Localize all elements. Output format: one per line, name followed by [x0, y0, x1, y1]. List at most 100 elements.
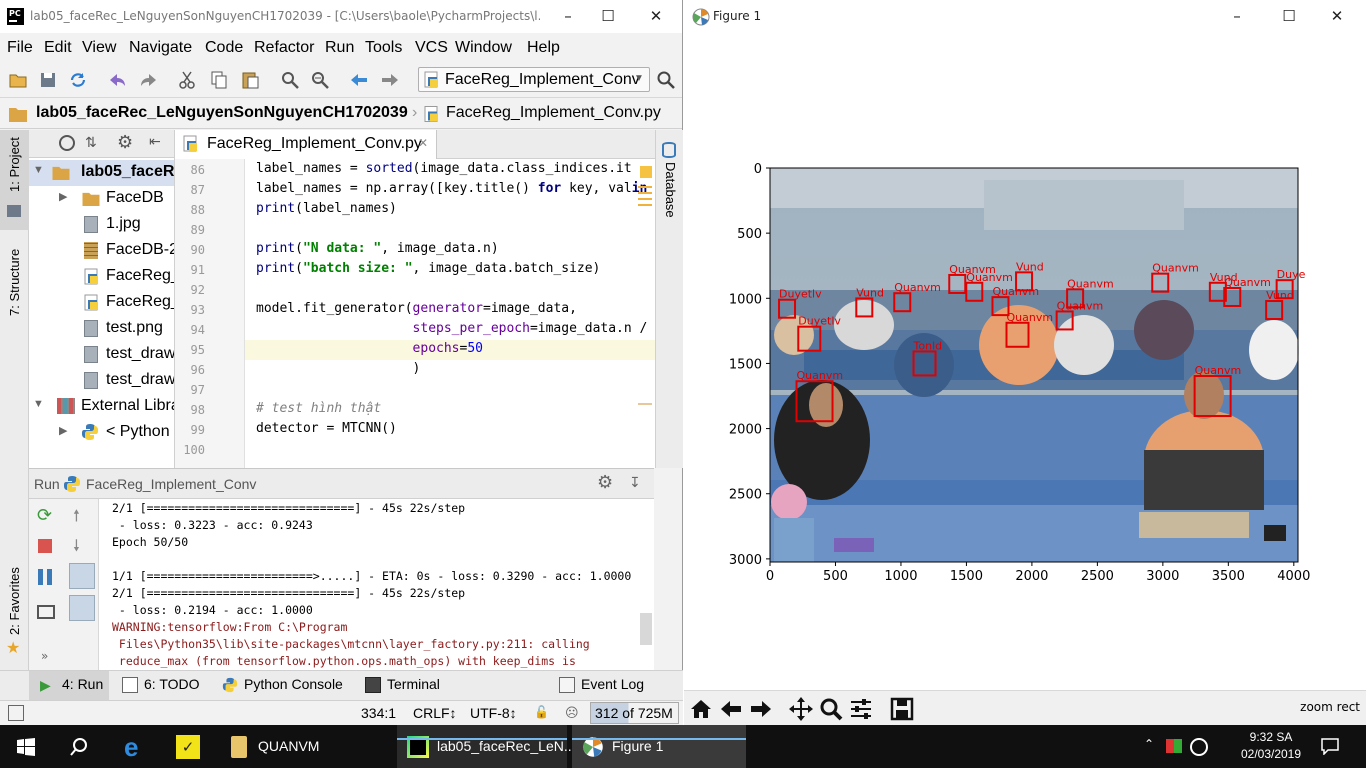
editor-tab-label: FaceReg_Implement_Conv.py [207, 135, 422, 152]
gear-icon[interactable]: ⚙ [597, 472, 613, 493]
taskbar-pycharm[interactable]: lab05_faceRec_LeN... [397, 725, 576, 768]
code-line[interactable]: print(label_names) [256, 201, 397, 216]
forward-arrow-icon[interactable] [380, 70, 400, 90]
back-icon[interactable] [717, 695, 745, 723]
menu-code[interactable]: Code [205, 39, 243, 57]
pan-icon[interactable] [787, 695, 815, 723]
paste-icon[interactable] [240, 70, 260, 90]
tab-todo[interactable]: 6: TODO [122, 676, 200, 698]
app-tray-icon[interactable] [1166, 739, 1182, 753]
layout-icon[interactable] [37, 605, 55, 619]
menu-window[interactable]: Window [455, 39, 512, 57]
code-line[interactable]: steps_per_epoch=image_data.n / [256, 321, 648, 336]
close-button[interactable]: ✕ [633, 0, 679, 33]
tab-structure[interactable]: 7: Structure [7, 249, 22, 316]
code-line[interactable]: ) [256, 361, 421, 376]
hide-panel-icon[interactable]: ↧ [629, 475, 641, 491]
code-line[interactable]: epochs=50 [256, 341, 483, 356]
menu-help[interactable]: Help [527, 39, 560, 57]
code-line[interactable]: label_names = sorted(image_data.class_in… [256, 161, 632, 176]
code-line[interactable]: model.fit_generator(generator=image_data… [256, 301, 577, 316]
notification-icon[interactable] [1321, 737, 1339, 755]
toggle-tool-windows-icon[interactable] [8, 705, 24, 721]
face-label: Quanvm [894, 281, 941, 294]
sync-icon[interactable] [68, 70, 88, 90]
menu-navigate[interactable]: Navigate [129, 39, 192, 57]
scroll-to-end-icon[interactable] [69, 595, 95, 621]
inspector-icon[interactable]: ☹ [565, 705, 579, 721]
gear-icon[interactable]: ⚙ [117, 132, 133, 153]
figure-minimize-button[interactable]: – [1214, 0, 1260, 33]
console-scrollbar[interactable] [640, 613, 652, 645]
replace-icon[interactable] [310, 70, 330, 90]
rerun-icon[interactable]: ⟳ [37, 505, 52, 526]
undo-icon[interactable] [107, 70, 127, 90]
open-folder-icon[interactable] [8, 70, 28, 90]
tab-facereg-implement-conv[interactable]: FaceReg_Implement_Conv.py ✕ [175, 130, 437, 159]
save-all-icon[interactable] [38, 70, 58, 90]
close-tab-icon[interactable]: ✕ [418, 136, 428, 150]
maximize-button[interactable]: ☐ [585, 0, 631, 33]
sticky-notes-icon[interactable]: ✓ [176, 735, 200, 759]
menu-vcs[interactable]: VCS [415, 39, 448, 57]
tab-database[interactable]: Database [663, 162, 678, 218]
home-icon[interactable] [687, 695, 715, 723]
cut-icon[interactable] [177, 70, 197, 90]
run-configuration-select[interactable]: FaceReg_Implement_Conv ▼ [418, 67, 650, 92]
code-line[interactable]: print("batch size: ", image_data.batch_s… [256, 261, 600, 276]
taskbar-file-explorer[interactable]: QUANVM [220, 725, 380, 768]
redo-icon[interactable] [139, 70, 159, 90]
menu-file[interactable]: File [7, 39, 33, 57]
find-icon[interactable] [280, 70, 300, 90]
breadcrumb-project[interactable]: lab05_faceRec_LeNguyenSonNguyenCH1702039 [36, 104, 408, 122]
network-icon[interactable] [1190, 738, 1208, 756]
cursor-position[interactable]: 334:1 [361, 705, 396, 721]
code-line[interactable]: detector = MTCNN() [256, 421, 397, 436]
forward-icon[interactable] [747, 695, 775, 723]
show-hidden-icons[interactable]: ⌃ [1144, 737, 1154, 751]
menu-run[interactable]: Run [325, 39, 354, 57]
tab-project[interactable]: 1: Project [7, 137, 22, 192]
breadcrumb-file[interactable]: FaceReg_Implement_Conv.py [446, 104, 661, 122]
search-everywhere-icon[interactable] [656, 70, 676, 90]
windows-start-icon[interactable] [17, 738, 35, 756]
figure-close-button[interactable]: ✕ [1314, 0, 1360, 33]
figure-maximize-button[interactable]: ☐ [1266, 0, 1312, 33]
tab-python-console[interactable]: Python Console [222, 676, 343, 698]
hide-icon[interactable]: ⇤ [149, 134, 161, 150]
target-icon[interactable] [59, 135, 75, 151]
search-icon[interactable] [69, 737, 89, 757]
zoom-icon[interactable] [817, 695, 845, 723]
copy-icon[interactable] [209, 70, 229, 90]
tree-root[interactable]: ▼ lab05_faceRe [29, 160, 174, 186]
collapse-icon[interactable]: ⇅ [85, 135, 97, 151]
taskbar-figure[interactable]: Figure 1 [572, 725, 746, 768]
tab-event-log[interactable]: Event Log [559, 676, 644, 698]
file-encoding[interactable]: UTF-8↕ [470, 705, 517, 721]
menu-refactor[interactable]: Refactor [254, 39, 314, 57]
code-line[interactable]: print("N data: ", image_data.n) [256, 241, 499, 256]
menu-tools[interactable]: Tools [365, 39, 402, 57]
tab-favorites[interactable]: 2: Favorites [7, 567, 22, 635]
menu-edit[interactable]: Edit [44, 39, 72, 57]
configure-subplots-icon[interactable] [847, 695, 875, 723]
more-icon[interactable]: » [41, 649, 48, 663]
scroll-up-icon[interactable]: 🠕 [73, 505, 80, 532]
save-figure-icon[interactable] [888, 695, 916, 723]
menu-view[interactable]: View [82, 39, 116, 57]
lock-icon[interactable]: 🔓 [534, 705, 549, 719]
line-separator[interactable]: CRLF↕ [413, 705, 457, 721]
back-arrow-icon[interactable] [349, 70, 369, 90]
tab-run[interactable]: ▶ 4: Run [40, 676, 103, 698]
system-clock[interactable]: 9:32 SA 02/03/2019 [1236, 729, 1306, 763]
figure-canvas[interactable]: DuyetlvDuyetlvVund QuanvmQuanvmQuanvmQuan… [684, 150, 1366, 590]
stop-icon[interactable] [38, 539, 52, 553]
memory-indicator[interactable]: 312 of 725M [590, 702, 679, 724]
soft-wrap-icon[interactable] [69, 563, 95, 589]
scroll-down-icon[interactable]: 🠗 [73, 535, 80, 562]
code-line[interactable]: # test hình thật [256, 401, 381, 416]
tab-terminal[interactable]: Terminal [365, 676, 440, 698]
edge-browser-icon[interactable]: e [124, 732, 138, 763]
code-line[interactable]: label_names = np.array([key.title() for … [256, 181, 647, 196]
pause-icon[interactable] [38, 569, 52, 585]
